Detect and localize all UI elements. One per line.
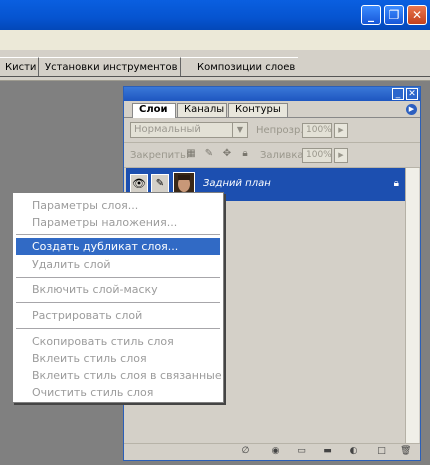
menu-separator [16, 302, 220, 303]
menu-item-clear-style[interactable]: Очистить стиль слоя [16, 384, 220, 401]
tab-tool-presets[interactable]: Установки инструментов [38, 57, 180, 76]
blend-mode-value: Нормальный [134, 124, 201, 135]
panel-close-button[interactable]: ✕ [406, 88, 418, 100]
menu-item-layer-properties[interactable]: Параметры слоя... [16, 197, 220, 214]
blend-mode-select[interactable]: Нормальный ▼ [130, 122, 248, 138]
menu-separator [16, 277, 220, 278]
menu-item-delete-layer[interactable]: Удалить слой [16, 256, 220, 273]
lock-row: Закрепить: ▦ ✎ ✥ 🔒︎ Заливка: 100% ▶ [124, 143, 420, 168]
add-mask-icon[interactable]: ▭ [296, 446, 307, 457]
opacity-slider-arrow-icon[interactable]: ▶ [334, 123, 348, 138]
layers-scrollbar[interactable] [405, 168, 419, 443]
eye-icon[interactable]: 👁︎ [130, 174, 148, 194]
lock-transparency-icon[interactable]: ▦ [185, 148, 197, 160]
tab-layers[interactable]: Слои [132, 103, 176, 118]
link-icon[interactable]: ∅ [240, 446, 251, 457]
panel-tabs: Слои Каналы Контуры ▶ [124, 101, 420, 118]
menu-item-copy-style[interactable]: Скопировать стиль слоя [16, 333, 220, 350]
fill-label: Заливка: [260, 150, 307, 161]
tab-label: Композиции слоев [197, 61, 296, 73]
layer-name: Задний план [203, 178, 271, 189]
window-titlebar: _ ❐ ✕ [0, 0, 430, 30]
add-style-icon[interactable]: ◉ [270, 446, 281, 457]
tab-channels[interactable]: Каналы [177, 103, 227, 117]
panel-minimize-button[interactable]: _ [392, 88, 404, 100]
restore-button[interactable]: ❐ [384, 5, 404, 25]
lock-position-icon[interactable]: ✥ [221, 148, 233, 160]
menu-item-paste-style[interactable]: Вклеить стиль слоя [16, 350, 220, 367]
opacity-label: Непрозр.: [256, 125, 307, 136]
layers-toolbar: ∅ ◉ ▭ ▬ ◐ □ 🗑︎ [124, 443, 420, 460]
menu-item-enable-mask[interactable]: Включить слой-маску [16, 281, 220, 298]
panel-menu-icon[interactable]: ▶ [406, 104, 417, 115]
new-layer-icon[interactable]: □ [376, 446, 387, 457]
menu-item-rasterize[interactable]: Растрировать слой [16, 307, 220, 324]
opacity-field[interactable]: 100% [302, 123, 332, 138]
trash-icon[interactable]: 🗑︎ [400, 446, 411, 457]
close-button[interactable]: ✕ [407, 5, 427, 25]
menu-item-blending-options[interactable]: Параметры наложения... [16, 214, 220, 231]
lock-label: Закрепить: [130, 150, 190, 161]
fill-slider-arrow-icon[interactable]: ▶ [334, 148, 348, 163]
fill-field[interactable]: 100% [302, 148, 332, 163]
menu-item-paste-style-linked[interactable]: Вклеить стиль слоя в связанные [16, 367, 222, 384]
chevron-down-icon: ▼ [232, 123, 247, 137]
tab-layer-comps[interactable]: Композиции слоев [180, 57, 298, 76]
menu-separator [16, 234, 220, 235]
lock-image-icon[interactable]: ✎ [203, 148, 215, 160]
brush-icon[interactable]: ✎ [151, 174, 169, 194]
tab-label: Установки инструментов [45, 61, 178, 73]
lock-icon: 🔒︎ [393, 178, 399, 189]
palette-well: Кисти Установки инструментов Композиции … [0, 50, 430, 81]
new-set-icon[interactable]: ▬ [322, 446, 333, 457]
layer-context-menu: Параметры слоя... Параметры наложения...… [12, 192, 224, 403]
panel-titlebar[interactable]: _ ✕ [124, 87, 420, 101]
menu-separator [16, 328, 220, 329]
adjustment-layer-icon[interactable]: ◐ [348, 446, 359, 457]
menu-item-duplicate-layer[interactable]: Создать дубликат слоя... [16, 238, 220, 255]
lock-all-icon[interactable]: 🔒︎ [239, 148, 251, 160]
tab-label: Кисти [5, 61, 37, 73]
blend-row: Нормальный ▼ Непрозр.: 100% ▶ [124, 118, 420, 143]
minimize-button[interactable]: _ [361, 5, 381, 25]
tab-brushes[interactable]: Кисти [0, 57, 38, 76]
tab-paths[interactable]: Контуры [228, 103, 288, 117]
options-bar [0, 30, 430, 51]
